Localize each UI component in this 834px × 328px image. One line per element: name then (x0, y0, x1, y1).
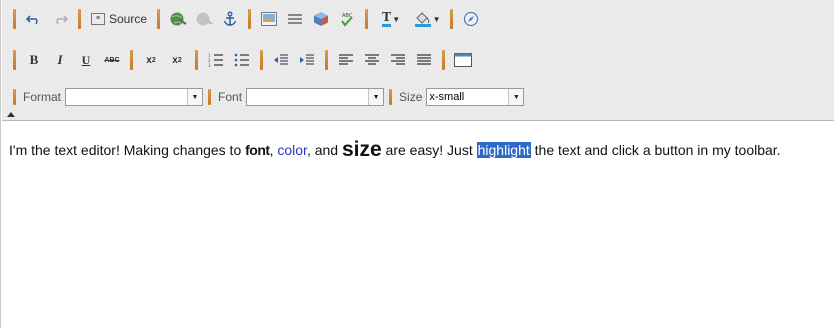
numbered-list-button[interactable]: 123 (204, 49, 228, 71)
align-center-icon (365, 54, 379, 65)
italic-button[interactable]: I (48, 49, 72, 71)
chevron-down-icon[interactable]: ▼ (368, 89, 384, 105)
toolbar-separator (442, 50, 445, 70)
redo-icon (56, 15, 68, 25)
size-select[interactable]: x-small ▼ (426, 88, 525, 106)
justify-icon (417, 54, 431, 65)
embed-object-button[interactable] (309, 8, 333, 30)
chevron-down-icon[interactable]: ▼ (187, 89, 203, 105)
size-label: Size (399, 90, 423, 104)
toolbar-separator (13, 9, 16, 29)
toolbar-separator (195, 50, 198, 70)
spellcheck-button[interactable]: ABC (335, 8, 359, 30)
content-size-word: size (341, 138, 382, 161)
content-font-word: font (245, 142, 270, 158)
toolbar-separator (260, 50, 263, 70)
align-right-button[interactable] (386, 49, 410, 71)
font-select[interactable]: ▼ (246, 88, 385, 106)
content-color-word: color (277, 142, 307, 158)
image-icon (261, 12, 278, 26)
svg-text:3: 3 (208, 63, 211, 67)
format-select[interactable]: ▼ (65, 88, 204, 106)
bulleted-list-button[interactable] (230, 49, 254, 71)
image-button[interactable] (257, 8, 281, 30)
toolbar-separator (78, 9, 81, 29)
horizontal-rule-icon (288, 14, 303, 24)
anchor-button[interactable] (218, 8, 242, 30)
content-text: are easy! Just (381, 142, 477, 158)
source-icon: ≡ (91, 13, 105, 25)
editor-content-area[interactable]: I'm the text editor! Making changes to f… (9, 138, 824, 161)
paint-bucket-icon (414, 12, 431, 27)
redo-button[interactable] (48, 8, 72, 30)
bulleted-list-icon (234, 53, 249, 67)
source-button-label: Source (109, 12, 148, 26)
maximize-button[interactable] (451, 49, 475, 71)
justify-button[interactable] (412, 49, 436, 71)
link-globe-icon (170, 12, 187, 26)
toolbar-separator (13, 89, 16, 105)
content-text: the text and click a button in my toolba… (530, 142, 781, 158)
chevron-down-icon: ▼ (432, 14, 441, 24)
editor-toolbar: ≡ Source ABC T ▼ ▼ B I U ABC x 2 x 2 1 2… (2, 0, 834, 121)
subscript-script: 2 (151, 56, 156, 64)
toolbar-separator (208, 89, 212, 105)
undo-button[interactable] (22, 8, 46, 30)
toolbar-separator (325, 50, 328, 70)
align-center-button[interactable] (360, 49, 384, 71)
toolbar-separator (389, 89, 393, 105)
background-color-button[interactable]: ▼ (410, 8, 444, 30)
cube-icon (314, 12, 329, 26)
content-text: , and (306, 142, 342, 158)
toolbar-separator (365, 9, 369, 29)
outdent-icon (274, 54, 288, 65)
toolbar-separator (248, 9, 252, 29)
toolbar-row-3: Format ▼ Font ▼ Size x-small ▼ (8, 86, 525, 108)
bold-button[interactable]: B (22, 49, 46, 71)
align-left-icon (339, 54, 353, 65)
toolbar-row-1: ≡ Source ABC T ▼ ▼ (8, 6, 484, 32)
chevron-down-icon[interactable]: ▼ (508, 89, 524, 105)
align-right-icon (391, 54, 405, 65)
toolbar-separator (450, 9, 454, 29)
chevron-down-icon: ▼ (392, 14, 401, 24)
maximize-icon (454, 53, 472, 67)
rich-text-editor: ≡ Source ABC T ▼ ▼ B I U ABC x 2 x 2 1 2… (0, 0, 834, 328)
indent-icon (300, 54, 314, 65)
horizontal-rule-button[interactable] (283, 8, 307, 30)
toolbar-row-2: B I U ABC x2 x2 123 (8, 47, 476, 73)
unlink-button[interactable] (192, 8, 216, 30)
toolbar-separator (13, 50, 16, 70)
toolbar-separator (157, 9, 161, 29)
size-value: x-small (429, 91, 465, 103)
indent-button[interactable] (295, 49, 319, 71)
numbered-list-icon: 123 (208, 53, 223, 67)
outdent-button[interactable] (269, 49, 293, 71)
about-button[interactable] (459, 8, 483, 30)
subscript-button[interactable]: x2 (139, 49, 163, 71)
superscript-script: 2 (177, 56, 182, 64)
collapse-toolbar-icon[interactable] (7, 112, 15, 117)
text-color-icon: T (381, 10, 392, 27)
anchor-icon (223, 11, 237, 26)
content-text: I'm the text editor! Making changes to (9, 142, 246, 158)
content-highlighted-word: highlight (476, 142, 531, 158)
underline-button[interactable]: U (74, 49, 98, 71)
undo-icon (26, 15, 38, 25)
source-button[interactable]: ≡ Source (87, 8, 151, 30)
text-color-button[interactable]: T ▼ (374, 8, 408, 30)
superscript-button[interactable]: x2 (165, 49, 189, 71)
strikethrough-button[interactable]: ABC (100, 49, 124, 71)
toolbar-separator (130, 50, 133, 70)
spellcheck-icon: ABC (341, 13, 353, 27)
unlink-icon (196, 12, 213, 26)
format-label: Format (23, 90, 62, 104)
align-left-button[interactable] (334, 49, 358, 71)
font-label: Font (218, 90, 243, 104)
compass-icon (463, 11, 479, 27)
link-button[interactable] (166, 8, 190, 30)
